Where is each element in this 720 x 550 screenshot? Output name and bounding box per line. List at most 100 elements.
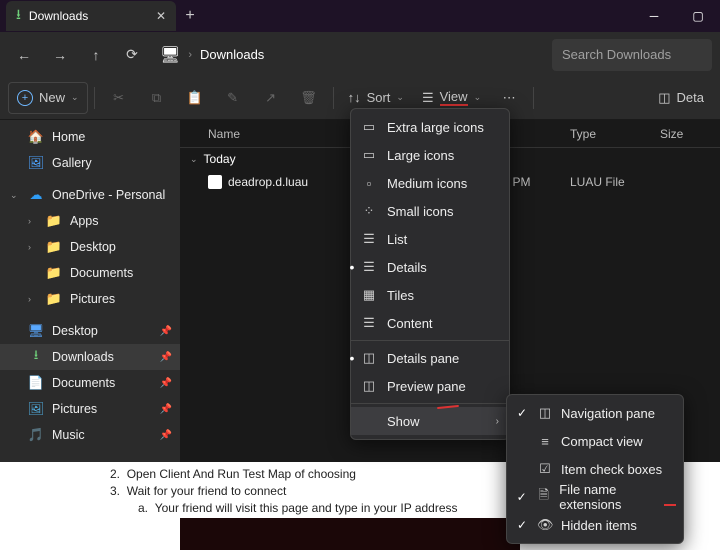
forward-button[interactable]: → — [44, 39, 76, 71]
documents-icon: 📄 — [28, 375, 44, 391]
grid-icon: ⁘ — [361, 203, 377, 219]
divider — [94, 87, 95, 109]
menu-compact-view[interactable]: ≡Compact view — [507, 427, 683, 455]
navigation-bar: ← → ↑ ⟳ 🖥 › Downloads Search Downloads — [0, 32, 720, 76]
menu-hidden-items[interactable]: ✓👁Hidden items — [507, 511, 683, 539]
pin-icon: 📌 — [160, 430, 172, 441]
menu-preview-pane[interactable]: ◫Preview pane — [351, 372, 509, 400]
check-icon: ✓ — [515, 518, 529, 532]
sidebar-item-pictures[interactable]: ›📁Pictures — [0, 286, 180, 312]
sidebar-quick-desktop[interactable]: 🖥Desktop📌 — [0, 318, 180, 344]
menu-show[interactable]: Show› — [351, 407, 509, 435]
search-input[interactable]: Search Downloads — [552, 39, 712, 71]
refresh-button[interactable]: ⟳ — [116, 39, 148, 71]
sidebar-quick-downloads[interactable]: ⭳Downloads📌 — [0, 344, 180, 370]
bullet-icon: • — [349, 350, 355, 366]
window-controls: ─ ▢ — [632, 0, 720, 32]
details-toggle[interactable]: ◫ Deta — [650, 82, 712, 114]
content-icon: ☰ — [361, 315, 377, 331]
file-name: deadrop.d.luau — [228, 175, 308, 189]
music-icon: 🎵 — [28, 427, 44, 443]
breadcrumb[interactable]: 🖥 › Downloads — [152, 39, 548, 71]
eye-icon: 👁 — [537, 517, 553, 533]
close-tab-icon[interactable]: ✕ — [156, 9, 166, 23]
menu-details-pane[interactable]: •◫Details pane — [351, 344, 509, 372]
delete-button[interactable]: 🗑 — [291, 82, 327, 114]
sidebar-quick-documents[interactable]: 📄Documents📌 — [0, 370, 180, 396]
pin-icon: 📌 — [160, 352, 172, 363]
sidebar-item-apps[interactable]: ›📁Apps — [0, 208, 180, 234]
menu-navigation-pane[interactable]: ✓◫Navigation pane — [507, 399, 683, 427]
sidebar-quick-pictures[interactable]: 🖼Pictures📌 — [0, 396, 180, 422]
menu-file-name-extensions[interactable]: ✓🗎File name extensions — [507, 483, 683, 511]
check-icon: ✓ — [515, 406, 529, 420]
cloud-icon: ☁ — [28, 187, 44, 203]
maximize-button[interactable]: ▢ — [676, 0, 720, 32]
menu-large-icons[interactable]: ▭Large icons — [351, 141, 509, 169]
chevron-right-icon[interactable]: › — [28, 242, 38, 252]
compact-icon: ≡ — [537, 434, 553, 449]
divider — [533, 87, 534, 109]
cut-button[interactable]: ✂ — [101, 82, 137, 114]
sort-icon: ↑↓ — [348, 90, 361, 105]
pin-icon: 📌 — [160, 404, 172, 415]
column-type[interactable]: Type — [570, 127, 660, 141]
copy-button[interactable]: ⧉ — [139, 82, 175, 114]
pictures-icon: 🖼 — [28, 401, 44, 417]
chevron-right-icon[interactable]: › — [28, 216, 38, 226]
view-menu: ▭Extra large icons ▭Large icons ▫Medium … — [350, 108, 510, 440]
check-icon: ✓ — [515, 490, 528, 504]
breadcrumb-current[interactable]: Downloads — [200, 47, 264, 62]
menu-list[interactable]: ☰List — [351, 225, 509, 253]
menu-tiles[interactable]: ▦Tiles — [351, 281, 509, 309]
sidebar-item-desktop[interactable]: ›📁Desktop — [0, 234, 180, 260]
chevron-down-icon: ⌄ — [190, 154, 198, 165]
menu-extra-large-icons[interactable]: ▭Extra large icons — [351, 113, 509, 141]
checkbox-icon: ☑ — [537, 461, 553, 477]
sidebar-item-gallery[interactable]: 🖼Gallery — [0, 150, 180, 176]
menu-separator — [351, 403, 509, 404]
sidebar: 🏠Home 🖼Gallery ⌄☁OneDrive - Personal ›📁A… — [0, 120, 180, 482]
menu-separator — [351, 340, 509, 341]
tab-title: Downloads — [29, 9, 148, 23]
folder-icon: 📁 — [46, 265, 62, 281]
sidebar-item-documents[interactable]: 📁Documents — [0, 260, 180, 286]
chevron-down-icon: ⌄ — [396, 92, 404, 103]
chevron-down-icon: ⌄ — [71, 92, 79, 103]
details-icon: ☰ — [361, 259, 377, 275]
desktop-icon: 🖥 — [28, 323, 44, 339]
grid-icon: ▭ — [361, 119, 377, 135]
new-tab-button[interactable]: + — [176, 7, 204, 25]
window-tab[interactable]: ⭳ Downloads ✕ — [6, 1, 176, 31]
folder-icon: 📁 — [46, 213, 62, 229]
folder-icon: 📁 — [46, 239, 62, 255]
show-submenu: ✓◫Navigation pane ≡Compact view ☑Item ch… — [506, 394, 684, 544]
pin-icon: 📌 — [160, 326, 172, 337]
menu-small-icons[interactable]: ⁘Small icons — [351, 197, 509, 225]
folder-icon: 📁 — [46, 291, 62, 307]
rename-button[interactable]: ✎ — [215, 82, 251, 114]
chevron-right-icon[interactable]: › — [28, 294, 38, 304]
up-button[interactable]: ↑ — [80, 39, 112, 71]
grid-icon: ▭ — [361, 147, 377, 163]
menu-item-check-boxes[interactable]: ☑Item check boxes — [507, 455, 683, 483]
chevron-down-icon[interactable]: ⌄ — [10, 190, 20, 201]
new-button[interactable]: + New ⌄ — [8, 82, 88, 114]
divider — [333, 87, 334, 109]
share-button[interactable]: ↗ — [253, 82, 289, 114]
menu-content[interactable]: ☰Content — [351, 309, 509, 337]
paste-button[interactable]: 📋 — [177, 82, 213, 114]
view-icon: ☰ — [422, 90, 434, 106]
title-bar: ⭳ Downloads ✕ + ─ ▢ — [0, 0, 720, 32]
file-type: LUAU File — [570, 175, 660, 189]
column-size[interactable]: Size — [660, 127, 720, 141]
minimize-button[interactable]: ─ — [632, 0, 676, 32]
sidebar-quick-music[interactable]: 🎵Music📌 — [0, 422, 180, 448]
downloads-icon: ⭳ — [16, 4, 21, 28]
menu-medium-icons[interactable]: ▫Medium icons — [351, 169, 509, 197]
menu-details[interactable]: •☰Details — [351, 253, 509, 281]
list-icon: ☰ — [361, 231, 377, 247]
back-button[interactable]: ← — [8, 39, 40, 71]
sidebar-item-home[interactable]: 🏠Home — [0, 124, 180, 150]
sidebar-item-onedrive[interactable]: ⌄☁OneDrive - Personal — [0, 182, 180, 208]
